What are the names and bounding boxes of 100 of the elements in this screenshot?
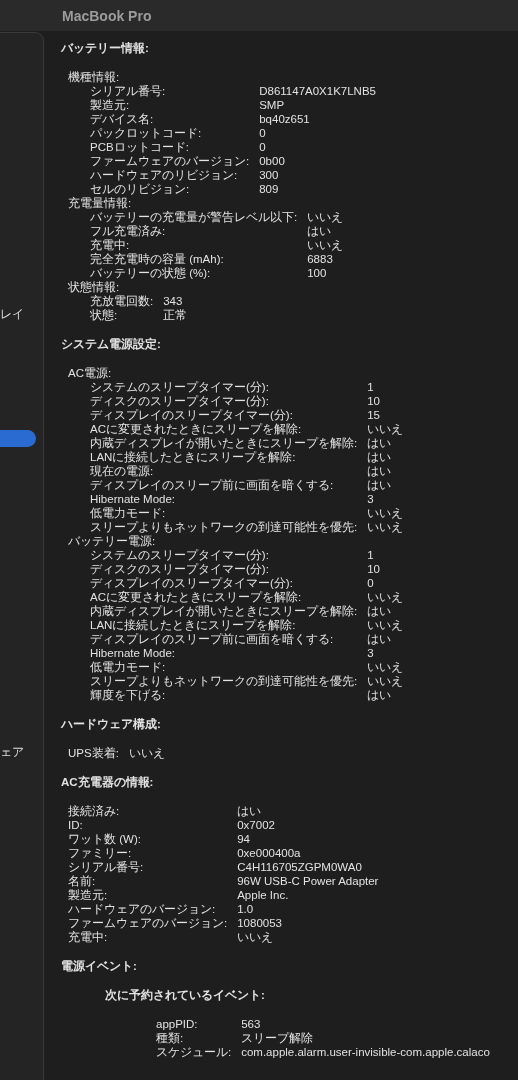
field-value: 96W USB-C Power Adapter <box>237 874 380 888</box>
field-label: 内蔵ディスプレイが開いたときにスリープを解除: <box>90 604 358 618</box>
group-label: 状態情報: <box>68 280 121 294</box>
field-label: ハードウェアのバージョン: <box>68 902 217 916</box>
field-value: いいえ <box>367 618 405 632</box>
group-label: 充電量情報: <box>68 196 133 210</box>
field-label: デバイス名: <box>90 112 155 126</box>
field-value: 正常 <box>163 308 189 322</box>
field-label: バッテリーの状態 (%): <box>90 266 212 280</box>
field-value: 0 <box>259 126 267 140</box>
field-value: 0 <box>259 140 267 154</box>
field-label: LANに接続したときにスリープを解除: <box>90 450 297 464</box>
field-label: ディスクのスリープタイマー(分): <box>90 562 270 576</box>
field-value: 343 <box>163 294 184 308</box>
field-label: スリープよりもネットワークの到達可能性を優先: <box>90 520 358 534</box>
field-value: はい <box>367 464 393 478</box>
field-value: 1080053 <box>237 916 283 930</box>
field-value: いいえ <box>128 746 166 760</box>
field-value: はい <box>237 804 263 818</box>
field-label: 充電中: <box>68 930 109 944</box>
field-value: 0b00 <box>259 154 286 168</box>
window-title: MacBook Pro <box>62 7 152 24</box>
field-label: シリアル番号: <box>68 860 145 874</box>
field-value: いいえ <box>237 930 275 944</box>
field-label: Hibernate Mode: <box>90 646 177 660</box>
field-label: 充電中: <box>90 238 131 252</box>
field-label: 輝度を下げる: <box>90 688 167 702</box>
field-label: 完全充電時の容量 (mAh): <box>90 252 225 266</box>
field-value: 300 <box>259 168 280 182</box>
field-label: 製造元: <box>68 888 109 902</box>
field-label: ACに変更されたときにスリープを解除: <box>90 422 303 436</box>
field-value: 0x7002 <box>237 818 276 832</box>
field-value: はい <box>367 450 393 464</box>
field-label: 状態: <box>90 308 119 322</box>
field-value: いいえ <box>367 506 405 520</box>
field-label: ディスプレイのスリープ前に画面を暗くする: <box>90 632 335 646</box>
field-label: 製造元: <box>90 98 131 112</box>
field-value: スリープ解除 <box>241 1031 315 1045</box>
field-value: 1.0 <box>237 902 255 916</box>
field-label: 接続済み: <box>68 804 121 818</box>
field-value: C4H116705ZGPM0WA0 <box>237 860 363 874</box>
field-value: 809 <box>259 182 280 196</box>
field-label: バッテリーの充電量が警告レベル以下: <box>90 210 298 224</box>
field-value: 100 <box>307 266 328 280</box>
field-value: 10 <box>367 394 381 408</box>
field-value: いいえ <box>367 674 405 688</box>
field-value: いいえ <box>367 422 405 436</box>
field-label: ID: <box>68 818 84 832</box>
section-title: 電源イベント: <box>61 959 138 973</box>
field-value: 0xe000400a <box>237 846 302 860</box>
field-label: ディスプレイのスリープ前に画面を暗くする: <box>90 478 335 492</box>
field-label: UPS装着: <box>68 746 119 760</box>
field-label: スリープよりもネットワークの到達可能性を優先: <box>90 674 358 688</box>
field-label: シリアル番号: <box>90 84 167 98</box>
field-label: ディスプレイのスリープタイマー(分): <box>90 408 294 422</box>
group-label: バッテリー電源: <box>68 534 157 548</box>
field-value: SMP <box>259 98 286 112</box>
field-label: 低電力モード: <box>90 660 167 674</box>
field-value: 3 <box>367 646 375 660</box>
field-label: システムのスリープタイマー(分): <box>90 548 270 562</box>
section-title: バッテリー情報: <box>61 41 150 55</box>
sidebar-item[interactable]: レイ <box>0 306 26 323</box>
field-value: いいえ <box>307 210 345 224</box>
field-value: はい <box>367 436 393 450</box>
sidebar-item[interactable] <box>0 430 36 447</box>
field-value: Apple Inc. <box>237 888 290 902</box>
sidebar-item[interactable]: ェア <box>0 744 26 761</box>
field-value: はい <box>367 478 393 492</box>
field-value: いいえ <box>367 520 405 534</box>
group-label: 次に予約されているイベント: <box>105 988 266 1002</box>
field-value: いいえ <box>367 590 405 604</box>
field-label: 現在の電源: <box>90 464 155 478</box>
field-label: ACに変更されたときにスリープを解除: <box>90 590 303 604</box>
field-label: LANに接続したときにスリープを解除: <box>90 618 297 632</box>
field-value: 6883 <box>307 252 334 266</box>
field-value: 1 <box>367 380 375 394</box>
field-label: ファームウェアのバージョン: <box>68 916 228 930</box>
field-label: パックロットコード: <box>90 126 203 140</box>
field-value: はい <box>367 688 393 702</box>
field-value: いいえ <box>307 238 345 252</box>
field-value: 563 <box>241 1017 262 1031</box>
field-value: 15 <box>367 408 381 422</box>
field-label: ディスプレイのスリープタイマー(分): <box>90 576 294 590</box>
field-value: bq40z651 <box>259 112 311 126</box>
field-value: いいえ <box>367 660 405 674</box>
field-value: 1 <box>367 548 375 562</box>
group-label: AC電源: <box>68 366 113 380</box>
field-label: 名前: <box>68 874 97 888</box>
field-label: スケジュール: <box>156 1045 232 1059</box>
field-value: 0 <box>367 576 375 590</box>
field-label: セルのリビジョン: <box>90 182 191 196</box>
section-title: システム電源設定: <box>61 337 162 351</box>
field-label: PCBロットコード: <box>90 140 190 154</box>
section-title: ハードウェア構成: <box>61 717 162 731</box>
field-label: ディスクのスリープタイマー(分): <box>90 394 270 408</box>
field-label: ファームウェアのバージョン: <box>90 154 250 168</box>
field-value: はい <box>367 632 393 646</box>
field-label: システムのスリープタイマー(分): <box>90 380 270 394</box>
field-label: ワット数 (W): <box>68 832 142 846</box>
field-label: 低電力モード: <box>90 506 167 520</box>
